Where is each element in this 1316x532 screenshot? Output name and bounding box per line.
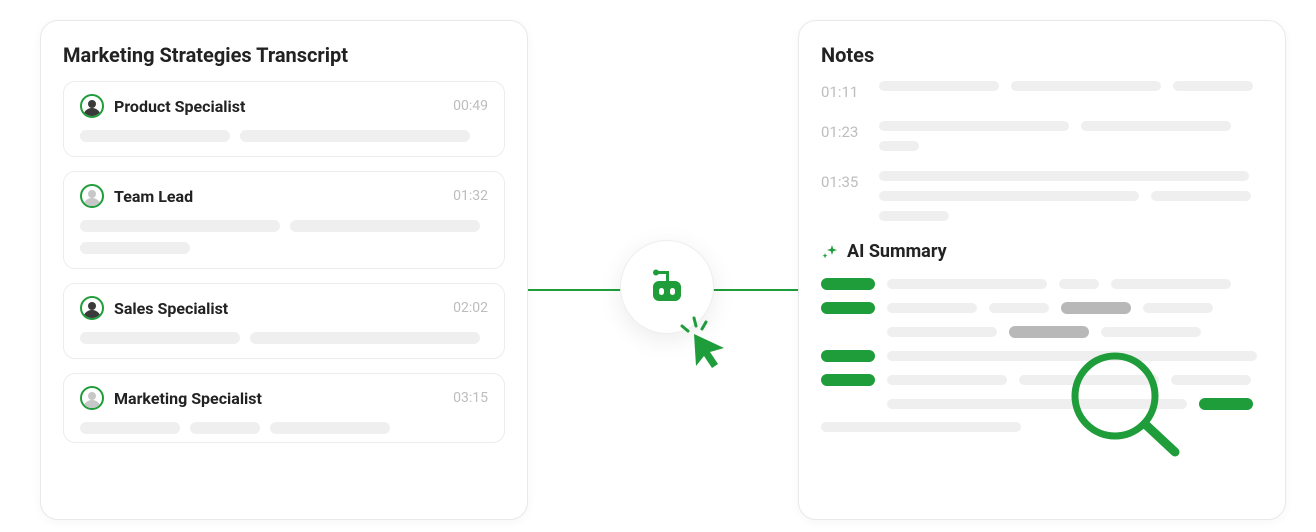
- transcript-panel: Marketing Strategies Transcript Product …: [40, 20, 528, 520]
- note-row[interactable]: 01:23: [821, 121, 1263, 151]
- avatar: [80, 184, 104, 208]
- ai-summary-title: AI Summary: [847, 241, 947, 262]
- text-placeholder: [879, 81, 1263, 101]
- timestamp: 03:15: [453, 390, 488, 406]
- speaker-name: Sales Specialist: [114, 299, 228, 318]
- transcript-entry[interactable]: Team Lead 01:32: [63, 171, 505, 269]
- text-placeholder: [80, 422, 488, 434]
- transcript-title: Marketing Strategies Transcript: [63, 43, 505, 67]
- timestamp: 01:23: [821, 121, 861, 151]
- timestamp: 00:49: [453, 98, 488, 114]
- text-placeholder: [80, 332, 488, 344]
- notes-panel: Notes 01:11 01:23 01:35: [798, 20, 1286, 520]
- speaker-name: Team Lead: [114, 187, 193, 206]
- avatar: [80, 94, 104, 118]
- avatar: [80, 296, 104, 320]
- text-placeholder: [879, 171, 1263, 221]
- sparkle-icon: [821, 243, 839, 261]
- bot-icon: [643, 263, 691, 311]
- speaker-name: Product Specialist: [114, 97, 245, 116]
- transcript-entry[interactable]: Product Specialist 00:49: [63, 81, 505, 157]
- cursor-click-icon: [674, 314, 730, 374]
- note-row[interactable]: 01:11: [821, 81, 1263, 101]
- text-placeholder: [80, 220, 488, 254]
- notes-title: Notes: [821, 43, 1263, 67]
- speaker-name: Marketing Specialist: [114, 389, 262, 408]
- note-row[interactable]: 01:35: [821, 171, 1263, 221]
- timestamp: 01:32: [453, 188, 488, 204]
- timestamp: 02:02: [453, 300, 488, 316]
- timestamp: 01:35: [821, 171, 861, 221]
- avatar: [80, 386, 104, 410]
- ai-summary-body: [821, 278, 1263, 432]
- text-placeholder: [879, 121, 1263, 151]
- timestamp: 01:11: [821, 81, 861, 101]
- transcript-entry[interactable]: Marketing Specialist 03:15: [63, 373, 505, 443]
- text-placeholder: [80, 130, 488, 142]
- transcript-entry[interactable]: Sales Specialist 02:02: [63, 283, 505, 359]
